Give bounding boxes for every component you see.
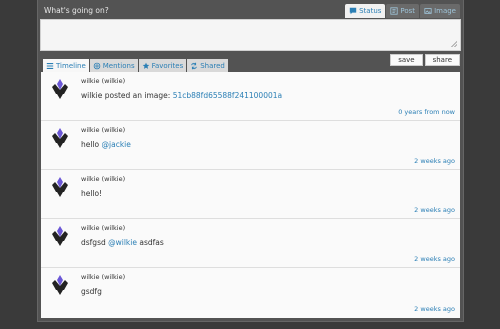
post-timestamp[interactable]: 0 years from now bbox=[398, 108, 455, 116]
save-button[interactable]: save bbox=[390, 54, 423, 66]
post-text: gsdfg bbox=[81, 287, 102, 296]
author-name[interactable]: wilkie (wilkie) bbox=[81, 126, 125, 134]
feed-item: wilkie (wilkie) wilkie posted an image: … bbox=[41, 72, 460, 121]
tab-status[interactable]: Status bbox=[345, 4, 386, 18]
post-text: wilkie posted an image: 51cb88fd65588f24… bbox=[81, 91, 282, 100]
list-icon bbox=[46, 62, 54, 69]
tab-post[interactable]: Post bbox=[386, 4, 420, 18]
tab-image-label: Image bbox=[434, 7, 456, 15]
author-name[interactable]: wilkie (wilkie) bbox=[81, 175, 125, 183]
share-icon bbox=[191, 62, 198, 69]
tab-mentions[interactable]: Mentions bbox=[89, 59, 138, 72]
avatar[interactable] bbox=[50, 274, 70, 296]
avatar[interactable] bbox=[50, 127, 70, 149]
post-text: hello @jackie bbox=[81, 140, 131, 149]
post-text: hello! bbox=[81, 189, 102, 198]
post-timestamp[interactable]: 2 weeks ago bbox=[414, 157, 455, 165]
compose-heading: What's going on? bbox=[44, 6, 109, 15]
mention-link[interactable]: @jackie bbox=[102, 140, 131, 149]
tab-favorites-label: Favorites bbox=[151, 61, 184, 70]
document-icon bbox=[390, 7, 399, 15]
feed-item: wilkie (wilkie) gsdfg 2 weeks ago bbox=[41, 268, 460, 317]
compose-actions: save share bbox=[390, 54, 460, 66]
post-text-suffix: asdfas bbox=[136, 238, 164, 247]
tab-post-label: Post bbox=[400, 7, 416, 15]
timeline-feed: wilkie (wilkie) wilkie posted an image: … bbox=[41, 72, 460, 318]
feed-item: wilkie (wilkie) dsfgsd @wilkie asdfas 2 … bbox=[41, 219, 460, 268]
tab-favorites[interactable]: Favorites bbox=[138, 59, 187, 72]
post-text: dsfgsd @wilkie asdfas bbox=[81, 238, 164, 247]
avatar[interactable] bbox=[50, 176, 70, 198]
resize-grip-icon[interactable] bbox=[451, 41, 457, 47]
app-frame: What's going on? Status Post Image save … bbox=[37, 0, 464, 322]
at-icon bbox=[93, 62, 101, 69]
post-timestamp[interactable]: 2 weeks ago bbox=[414, 305, 455, 313]
tab-shared-label: Shared bbox=[200, 61, 225, 70]
feed-tabs: Timeline Mentions Favorites Shared bbox=[43, 59, 228, 72]
tab-image[interactable]: Image bbox=[420, 4, 460, 18]
tab-timeline[interactable]: Timeline bbox=[43, 59, 89, 72]
tab-mentions-label: Mentions bbox=[102, 61, 135, 70]
post-text-body: wilkie posted an image: bbox=[81, 91, 173, 100]
share-button[interactable]: share bbox=[424, 54, 460, 66]
post-timestamp[interactable]: 2 weeks ago bbox=[414, 255, 455, 263]
post-text-body: dsfgsd bbox=[81, 238, 109, 247]
author-name[interactable]: wilkie (wilkie) bbox=[81, 77, 125, 85]
avatar[interactable] bbox=[50, 78, 70, 100]
image-icon bbox=[424, 8, 432, 14]
compose-header: What's going on? Status Post Image bbox=[38, 0, 463, 19]
feed-item: wilkie (wilkie) hello! 2 weeks ago bbox=[41, 170, 460, 219]
image-link[interactable]: 51cb88fd65588f241100001a bbox=[173, 91, 282, 100]
author-name[interactable]: wilkie (wilkie) bbox=[81, 224, 125, 232]
comment-icon bbox=[349, 7, 357, 15]
feed-item: wilkie (wilkie) hello @jackie 2 weeks ag… bbox=[41, 121, 460, 170]
post-timestamp[interactable]: 2 weeks ago bbox=[414, 206, 455, 214]
avatar[interactable] bbox=[50, 225, 70, 247]
tab-timeline-label: Timeline bbox=[56, 61, 86, 70]
tab-shared[interactable]: Shared bbox=[187, 59, 228, 72]
compose-textarea[interactable] bbox=[40, 19, 461, 51]
post-text-body: hello! bbox=[81, 189, 103, 198]
tab-status-label: Status bbox=[359, 7, 382, 15]
author-name[interactable]: wilkie (wilkie) bbox=[81, 273, 125, 281]
post-text-body: gsdfg bbox=[81, 287, 102, 296]
post-type-tabs: Status Post Image bbox=[345, 4, 460, 18]
star-icon bbox=[142, 62, 149, 69]
mention-link[interactable]: @wilkie bbox=[108, 238, 137, 247]
post-text-body: hello bbox=[81, 140, 102, 149]
